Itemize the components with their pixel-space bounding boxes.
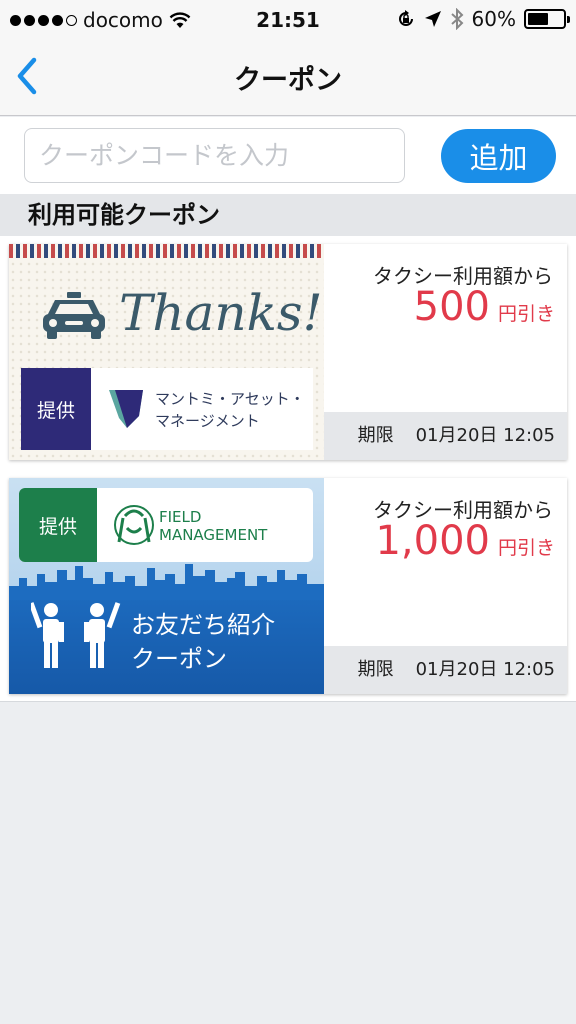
orientation-lock-icon [398, 10, 413, 26]
banner-text: Thanks! [119, 284, 323, 342]
coupon-banner: 提供 FIELD MANAGEMENT お友だち紹介 クーポン [9, 478, 324, 694]
expiry: 期限 01月20日 12:05 [324, 646, 567, 694]
add-button[interactable]: 追加 [441, 129, 556, 183]
sponsor-tag: 提供 [21, 368, 91, 450]
status-bar: docomo 21:51 60% [0, 0, 576, 40]
decorative-stripes [9, 244, 324, 258]
discount-amount-row: 500 円引き [414, 284, 555, 330]
coupon-info: タクシー利用額から 1,000 円引き 期限 01月20日 12:05 [324, 478, 567, 694]
sponsor-logo-icon [114, 505, 154, 545]
sponsor-tag: 提供 [19, 488, 97, 562]
sponsor-logo-icon [109, 390, 143, 428]
discount-unit: 円引き [497, 303, 555, 325]
coupon-banner: Thanks! 提供 マントミ・アセット・ マネージメント [9, 244, 324, 460]
page-title: クーポン [234, 65, 342, 96]
status-right-group: 60% [396, 7, 570, 31]
coupon-code-input[interactable] [24, 128, 405, 183]
section-header: 利用可能クーポン [0, 194, 576, 236]
city-skyline-icon [9, 564, 324, 600]
sponsor-box: 提供 FIELD MANAGEMENT [19, 488, 313, 562]
discount-amount: 1,000 [375, 518, 490, 564]
sponsor-box: 提供 マントミ・アセット・ マネージメント [21, 368, 313, 450]
coupon-info: タクシー利用額から 500 円引き 期限 01月20日 12:05 [324, 244, 567, 460]
location-icon [424, 11, 441, 27]
people-icon [31, 602, 121, 668]
expiry: 期限 01月20日 12:05 [324, 412, 567, 460]
discount-amount-row: 1,000 円引き [375, 518, 555, 564]
sponsor-name: FIELD MANAGEMENT [159, 508, 268, 544]
taxi-icon [43, 292, 105, 339]
banner-caption: お友だち紹介 クーポン [131, 611, 275, 673]
navigation-bar: クーポン [0, 40, 576, 116]
coupon-card[interactable]: Thanks! 提供 マントミ・アセット・ マネージメント タクシー利用額から … [9, 244, 567, 460]
battery-percent: 60% [471, 7, 516, 31]
coupon-list: Thanks! 提供 マントミ・アセット・ マネージメント タクシー利用額から … [0, 236, 576, 702]
discount-amount: 500 [413, 284, 490, 330]
discount-unit: 円引き [497, 537, 555, 559]
coupon-card[interactable]: 提供 FIELD MANAGEMENT お友だち紹介 クーポン タクシー利用額か… [9, 478, 567, 694]
expiry-label: 期限 [357, 659, 394, 680]
battery-icon [524, 9, 570, 29]
battery-fill [528, 13, 549, 25]
sponsor-name: マントミ・アセット・ マネージメント [155, 390, 305, 430]
expiry-label: 期限 [357, 425, 394, 446]
expiry-value: 01月20日 12:05 [415, 425, 555, 446]
bluetooth-icon [450, 8, 463, 30]
expiry-value: 01月20日 12:05 [415, 659, 555, 680]
coupon-code-row: 追加 [0, 117, 576, 194]
